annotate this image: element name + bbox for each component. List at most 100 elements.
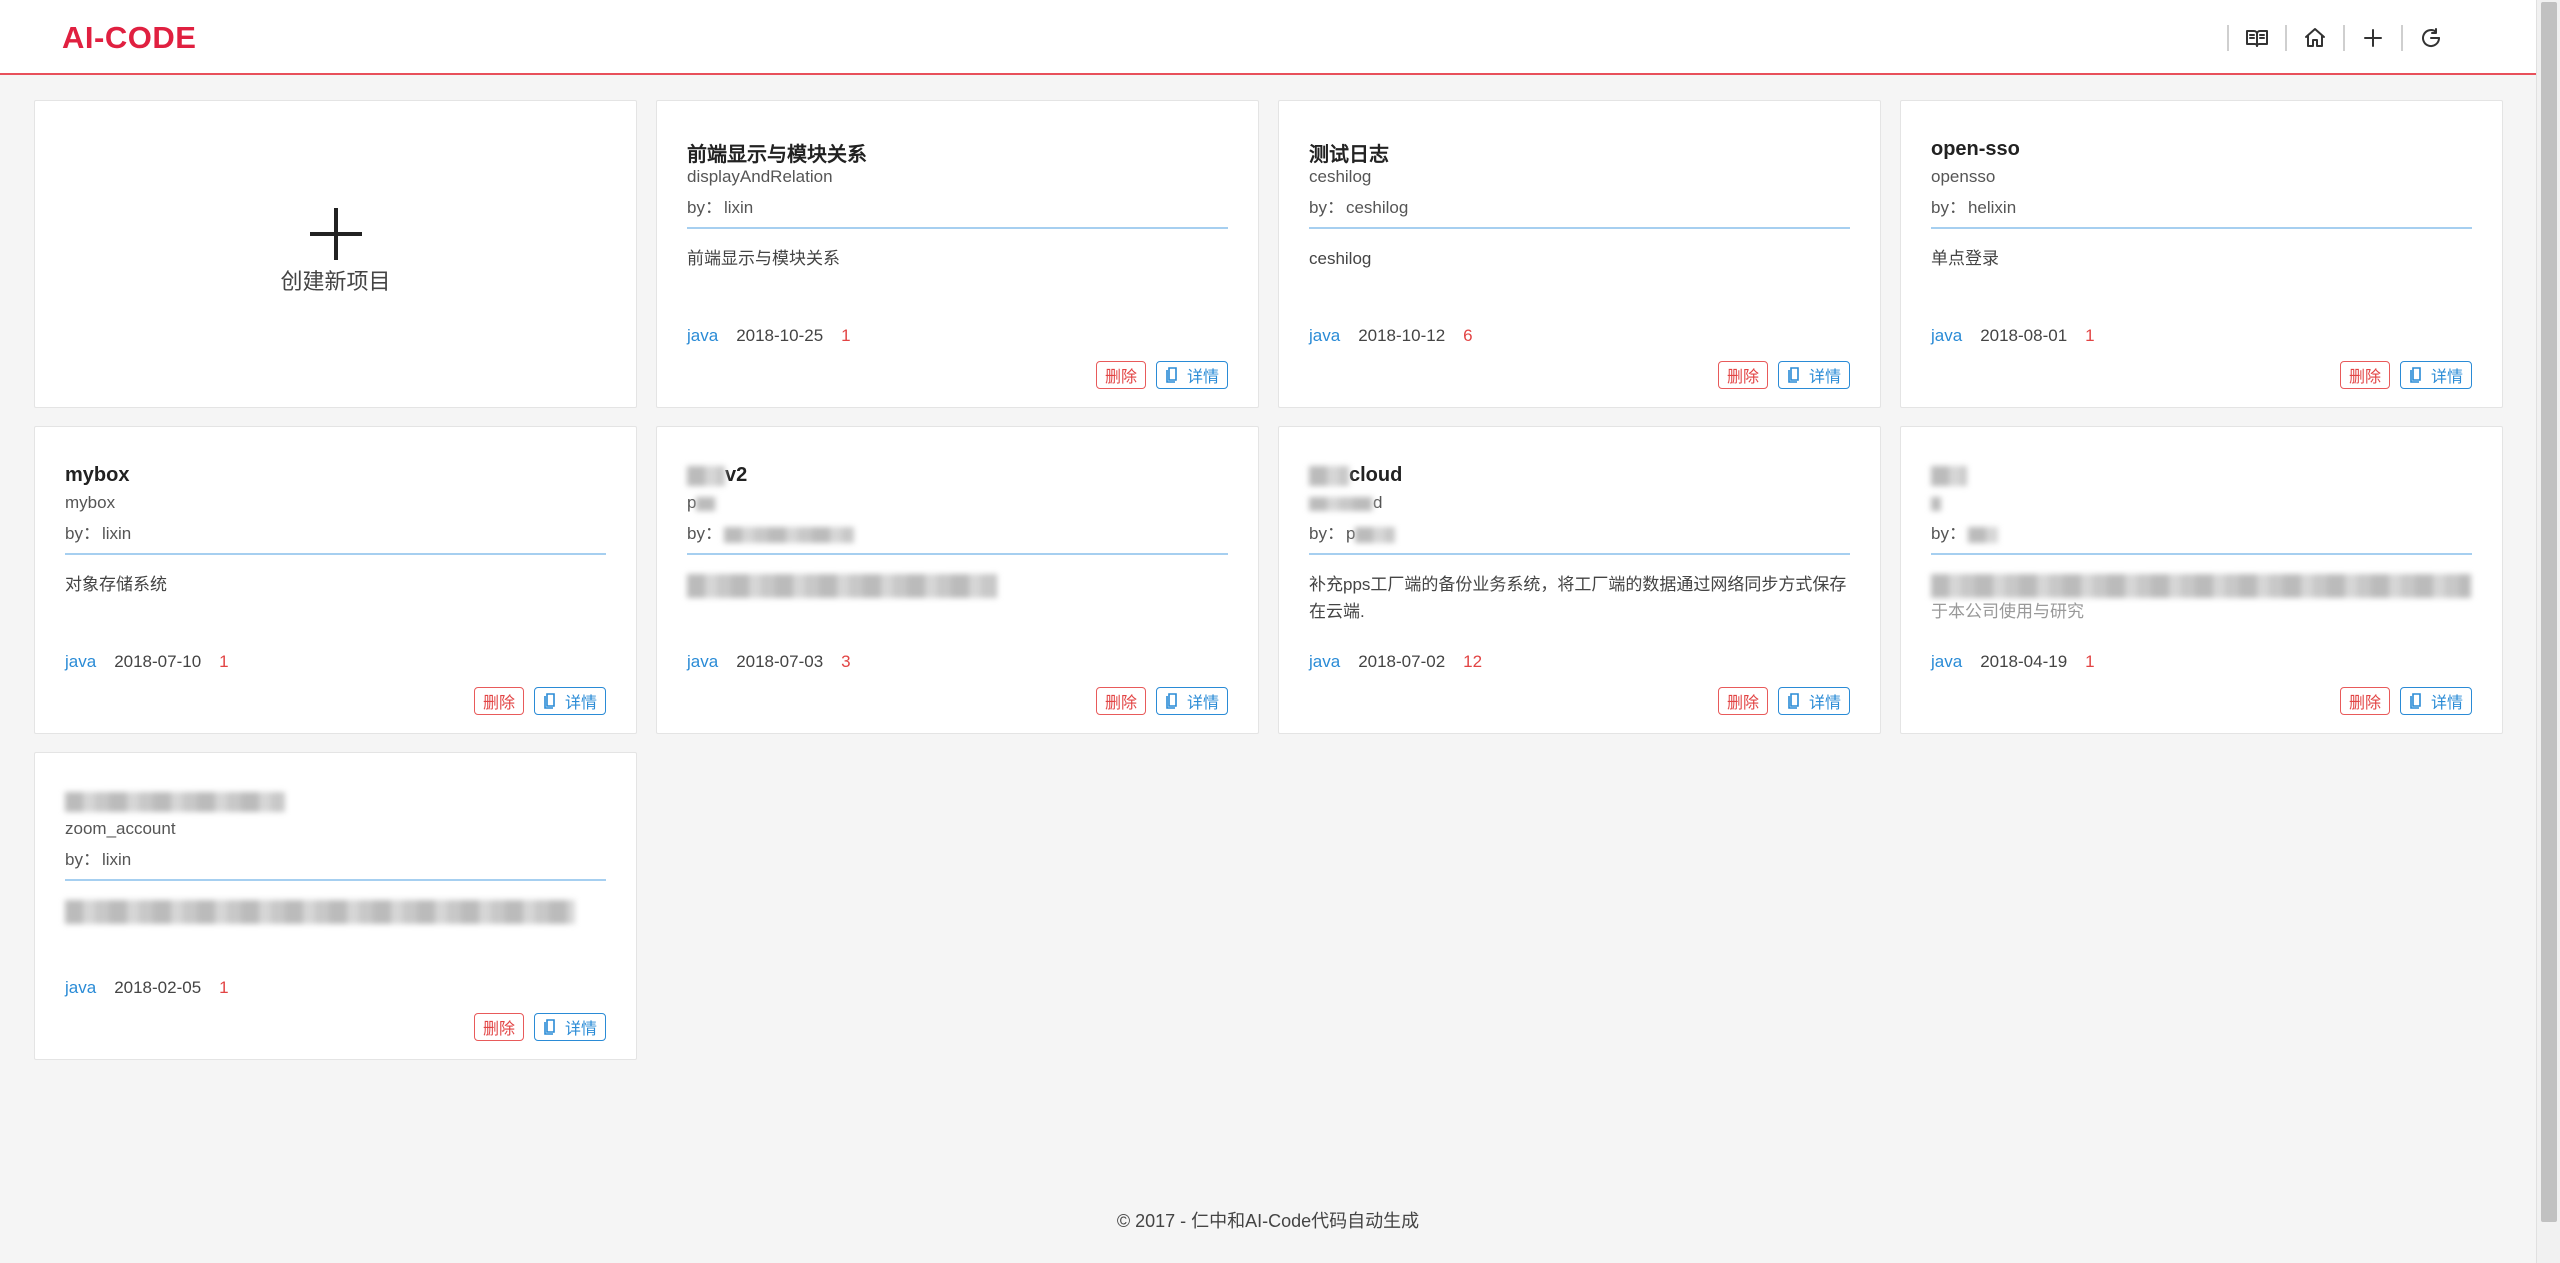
redacted-text <box>723 526 854 543</box>
detail-button[interactable]: 详情 <box>533 1013 606 1041</box>
card-divider <box>1931 553 2472 555</box>
delete-button[interactable]: 删除 <box>1717 361 1768 389</box>
detail-button[interactable]: 详情 <box>1777 687 1850 715</box>
book-icon <box>2246 30 2268 47</box>
detail-label: 详情 <box>1808 695 1841 712</box>
project-description: 补充pps工厂端的备份业务系统，将工厂端的数据通过网络同步方式保存在云端. <box>1309 575 1847 621</box>
project-code: mybox <box>65 493 116 512</box>
project-title: 前端显示与模块关系 <box>687 144 867 166</box>
redacted-text <box>1309 465 1349 486</box>
redacted-text <box>687 573 997 598</box>
footer-copyright: © 2017 - 仁中和AI-Code代码自动生成 <box>1116 1211 1420 1231</box>
project-code-visible: d <box>1373 493 1383 512</box>
project-code: ceshilog <box>1309 167 1372 186</box>
project-description: 于本公司使用与研究 <box>1931 571 2472 625</box>
project-date: 2018-10-12 <box>1358 326 1446 345</box>
author-label: by： <box>1931 198 1966 217</box>
author-name: ceshilog <box>1345 198 1409 217</box>
docs-button[interactable] <box>2229 20 2285 56</box>
detail-label: 详情 <box>2430 369 2463 386</box>
project-count: 1 <box>219 652 229 671</box>
project-date: 2018-02-05 <box>114 978 202 997</box>
author-label: by： <box>65 850 100 869</box>
project-date: 2018-07-02 <box>1358 652 1446 671</box>
project-title <box>1931 464 1967 487</box>
project-title: open-sso <box>1931 138 2020 160</box>
author-name: p <box>1345 524 1356 543</box>
project-code: opensso <box>1931 167 1996 186</box>
project-count: 12 <box>1463 652 1483 671</box>
project-meta: java 2018-07-03 3 <box>687 652 851 672</box>
project-description <box>687 571 1228 598</box>
document-icon <box>544 693 555 709</box>
delete-button[interactable]: 删除 <box>2339 687 2390 715</box>
project-card: 前端显示与模块关系 displayAndRelation by： lixin 前端… <box>656 100 1259 408</box>
detail-button[interactable]: 详情 <box>1155 687 1228 715</box>
project-meta: java 2018-07-02 12 <box>1309 652 1482 672</box>
project-card: cloud d by： p 补充pps工厂端的备份业务系统，将工厂端的数据通过网络… <box>1278 426 1881 734</box>
detail-label: 详情 <box>2430 695 2463 712</box>
author-name: helixin <box>1967 198 2017 217</box>
author-label: by： <box>1931 524 1966 543</box>
project-code: displayAndRelation <box>687 167 833 186</box>
document-icon <box>1166 367 1177 383</box>
card-divider <box>687 227 1228 229</box>
document-icon <box>1166 693 1177 709</box>
redacted-text <box>1931 465 1967 486</box>
card-divider <box>687 553 1228 555</box>
add-project-button[interactable] <box>2345 20 2401 56</box>
scrollbar-thumb[interactable] <box>2541 2 2557 1222</box>
card-divider <box>1931 227 2472 229</box>
app-logo[interactable]: AI-CODE <box>62 20 196 56</box>
vertical-scrollbar[interactable] <box>2536 0 2560 1263</box>
project-date: 2018-07-03 <box>736 652 824 671</box>
home-icon <box>2305 28 2325 47</box>
project-card: mybox mybox by： lixin 对象存储系统 java 2018-07… <box>34 426 637 734</box>
delete-button[interactable]: 删除 <box>1717 687 1768 715</box>
document-icon <box>2410 693 2421 709</box>
detail-button[interactable]: 详情 <box>2399 687 2472 715</box>
project-language: java <box>1309 326 1341 345</box>
delete-button[interactable]: 删除 <box>473 1013 524 1041</box>
delete-button[interactable]: 删除 <box>1095 361 1146 389</box>
detail-label: 详情 <box>564 695 597 712</box>
project-title: 测试日志 <box>1309 144 1389 166</box>
detail-button[interactable]: 详情 <box>1777 361 1850 389</box>
author-label: by： <box>1309 524 1344 543</box>
project-title-visible: cloud <box>1349 464 1403 486</box>
project-meta: java 2018-02-05 1 <box>65 978 229 998</box>
redacted-text <box>687 465 725 486</box>
project-code-visible: p <box>687 493 697 512</box>
project-author: by： ceshilog <box>1309 193 1408 218</box>
card-actions: 删除 详情 <box>1717 687 1850 715</box>
author-label: by： <box>1309 198 1344 217</box>
card-actions: 删除 详情 <box>2339 687 2472 715</box>
project-title-visible: v2 <box>725 464 748 486</box>
card-actions: 删除 详情 <box>2339 361 2472 389</box>
author-name: lixin <box>101 524 132 543</box>
project-title: cloud <box>1309 464 1402 487</box>
delete-button[interactable]: 删除 <box>473 687 524 715</box>
card-actions: 删除 详情 <box>473 1013 606 1041</box>
project-meta: java 2018-04-19 1 <box>1931 652 2095 672</box>
create-project-card[interactable]: 创建新项目 <box>34 100 637 408</box>
delete-button[interactable]: 删除 <box>1095 687 1146 715</box>
detail-button[interactable]: 详情 <box>1155 361 1228 389</box>
card-divider <box>1309 553 1850 555</box>
document-icon <box>1788 367 1799 383</box>
delete-button[interactable]: 删除 <box>2339 361 2390 389</box>
refresh-button[interactable] <box>2403 20 2459 56</box>
plus-icon <box>2364 29 2382 47</box>
project-count: 6 <box>1463 326 1473 345</box>
document-icon <box>2410 367 2421 383</box>
detail-label: 详情 <box>1186 695 1219 712</box>
detail-button[interactable]: 详情 <box>2399 361 2472 389</box>
project-description: 对象存储系统 <box>65 575 167 594</box>
redacted-text <box>65 899 575 924</box>
project-card: zoom_account by： lixin java 2018-02-05 1 … <box>34 752 637 1060</box>
detail-button[interactable]: 详情 <box>533 687 606 715</box>
project-meta: java 2018-10-12 6 <box>1309 326 1473 346</box>
project-grid: 创建新项目 前端显示与模块关系 displayAndRelation by： li… <box>34 100 2504 1060</box>
project-card: 测试日志 ceshilog by： ceshilog ceshilog java … <box>1278 100 1881 408</box>
home-button[interactable] <box>2287 20 2343 56</box>
